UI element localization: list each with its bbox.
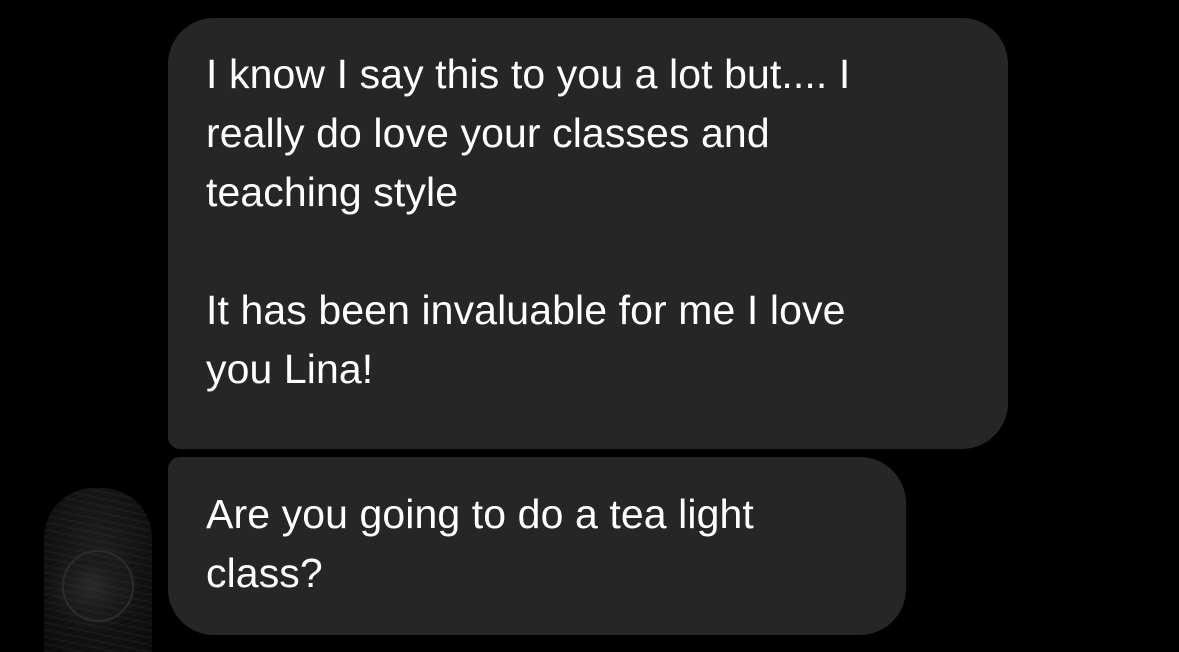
sender-avatar[interactable] [44, 488, 152, 652]
avatar-photo-detail [62, 550, 134, 622]
message-bubble[interactable]: Are you going to do a tea light class? [168, 457, 906, 635]
chat-thread: I know I say this to you a lot but.... I… [0, 0, 1179, 652]
message-text: Are you going to do a tea light class? [206, 491, 754, 596]
message-text: It has been invaluable for me I love you… [206, 287, 846, 392]
message-text: I know I say this to you a lot but.... I… [206, 51, 851, 215]
message-bubble[interactable]: I know I say this to you a lot but.... I… [168, 18, 1008, 449]
